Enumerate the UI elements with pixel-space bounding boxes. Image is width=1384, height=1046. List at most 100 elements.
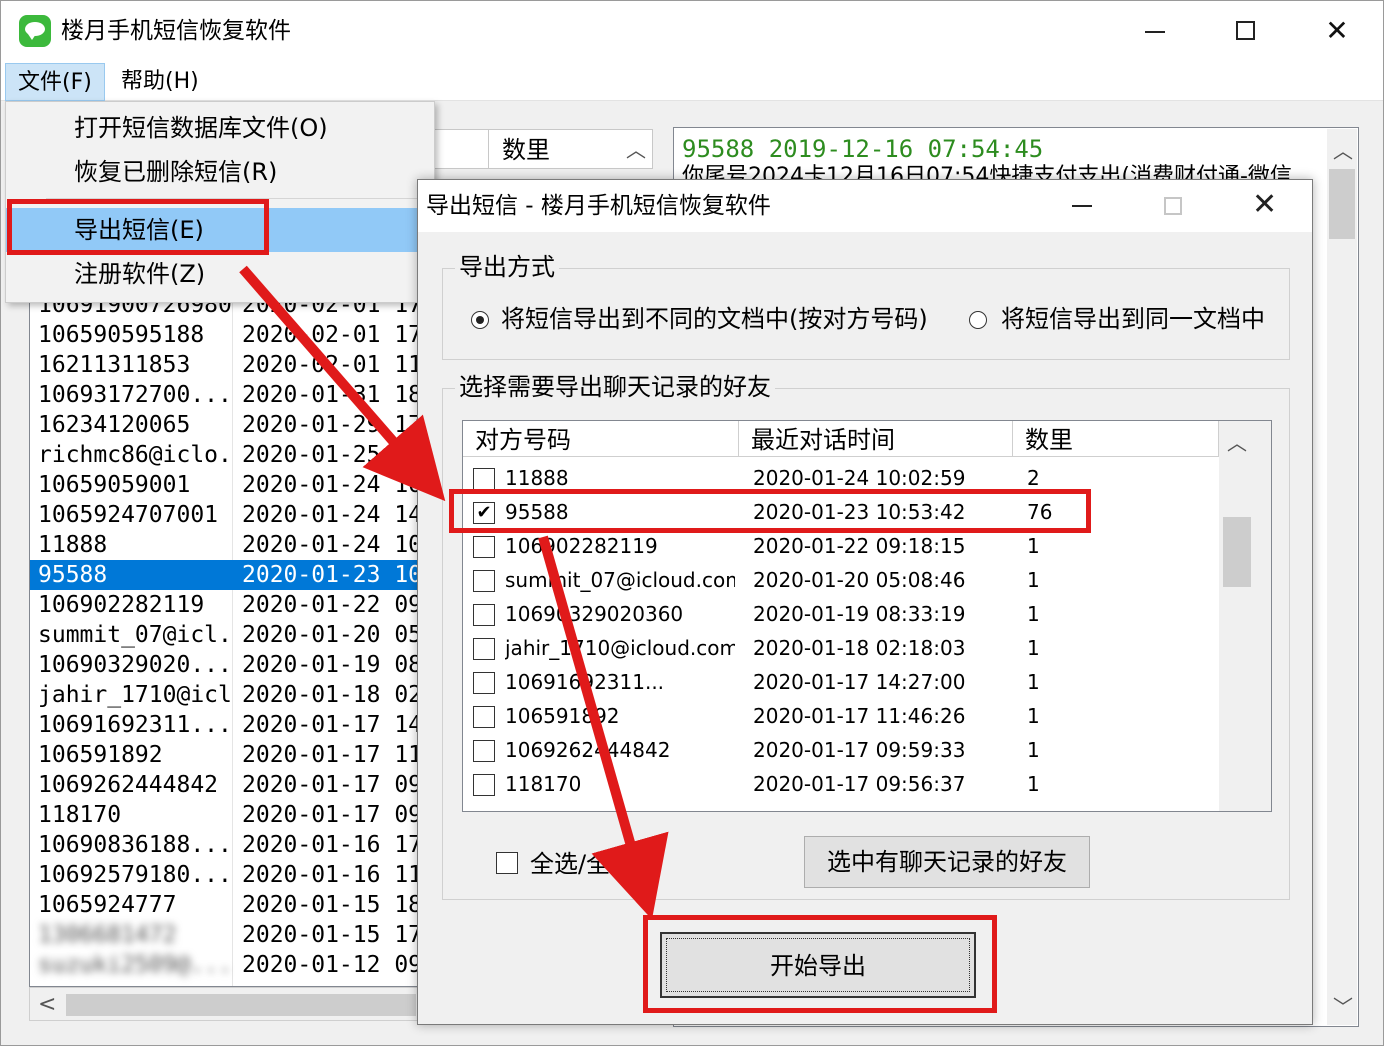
list-item[interactable]: 1065924707001 2020-01-24 14: (30, 500, 420, 530)
close-button[interactable]: ✕ (1307, 11, 1367, 51)
list-item[interactable]: 10690836188... 2020-01-16 17: (30, 830, 420, 860)
cell-number: summit_07@icloud.com (505, 568, 735, 592)
table-scrollbar[interactable]: ︿ (1219, 421, 1271, 811)
contact-time: 2020-01-25 16: (242, 442, 421, 468)
scrollbar-thumb[interactable] (1329, 169, 1355, 239)
list-item[interactable]: suzuki2509@... 2020-01-12 09: (30, 950, 420, 980)
list-item[interactable]: 16211311853 2020-02-01 11: (30, 350, 420, 380)
row-checkbox[interactable] (473, 536, 495, 558)
maximize-button[interactable] (1215, 11, 1275, 51)
radio-single-doc[interactable] (969, 311, 987, 329)
menu-file[interactable]: 文件(F) (5, 63, 105, 101)
table-row[interactable]: 10690329020360 2020-01-19 08:33:19 1 (463, 597, 1219, 631)
column-header-time[interactable]: 最近对话时间 (739, 421, 1013, 457)
cell-time: 2020-01-17 11:46:26 (753, 704, 966, 728)
table-row[interactable]: 1069262444842 2020-01-17 09:59:33 1 (463, 733, 1219, 767)
radio-separate-docs[interactable] (471, 311, 489, 329)
contact-time: 2020-01-12 09: (242, 952, 421, 978)
list-item[interactable]: 10693172700... 2020-01-31 18: (30, 380, 420, 410)
cell-time: 2020-01-22 09:18:15 (753, 534, 966, 558)
list-item[interactable]: 10692579180... 2020-01-16 11: (30, 860, 420, 890)
scrollbar-thumb[interactable] (66, 994, 416, 1016)
list-item[interactable]: 10659059001 2020-01-24 16: (30, 470, 420, 500)
list-item[interactable]: summit_07@icl... 2020-01-20 05: (30, 620, 420, 650)
cell-count: 1 (1027, 534, 1040, 558)
column-header-count[interactable]: 数里 (1013, 421, 1219, 457)
dialog-title: 导出短信 - 楼月手机短信恢复软件 (426, 193, 771, 219)
contact-list[interactable]: 10691900726980 2020-02-01 17: 106590595188… (29, 297, 421, 987)
menu-recover-deleted[interactable]: 恢复已删除短信(R) (6, 150, 434, 194)
row-checkbox[interactable] (473, 672, 495, 694)
message-scrollbar[interactable]: ︿ ﹀ (1327, 129, 1357, 1025)
scrollbar-thumb[interactable] (1223, 517, 1251, 587)
row-checkbox[interactable] (473, 638, 495, 660)
list-item[interactable]: 10690329020... 2020-01-19 08: (30, 650, 420, 680)
header-count-label[interactable]: 数里 (502, 134, 550, 166)
close-icon: ✕ (1325, 14, 1349, 47)
minimize-button[interactable] (1125, 11, 1185, 51)
window-title: 楼月手机短信恢复软件 (61, 18, 291, 44)
list-item[interactable]: 106590595188 2020-02-01 17: (30, 320, 420, 350)
scroll-left-icon[interactable]: < (38, 988, 56, 1022)
row-checkbox[interactable] (473, 570, 495, 592)
cell-number: 10691692311... (505, 670, 665, 694)
contact-number: 106591892 (38, 742, 163, 768)
list-item[interactable]: 1069262444842 2020-01-17 09: (30, 770, 420, 800)
list-item[interactable]: 11888 2020-01-24 10: (30, 530, 420, 560)
scroll-up-icon[interactable]: ︿ (1333, 135, 1353, 164)
select-friends-button[interactable]: 选中有聊天记录的好友 (804, 836, 1090, 888)
row-checkbox[interactable] (473, 468, 495, 490)
table-row[interactable]: 106591892 2020-01-17 11:46:26 1 (463, 699, 1219, 733)
export-method-label: 导出方式 (455, 251, 559, 283)
horizontal-scrollbar[interactable]: < (29, 987, 421, 1021)
dialog-close-button[interactable]: ✕ (1252, 184, 1277, 226)
cell-number: jahir_1710@icloud.com (505, 636, 735, 660)
scroll-down-icon[interactable]: ﹀ (1333, 991, 1353, 1020)
list-item[interactable]: 1306681472 2020-01-15 17: (30, 920, 420, 950)
contact-time: 2020-01-16 17: (242, 832, 421, 858)
row-checkbox[interactable] (473, 604, 495, 626)
menu-open-database[interactable]: 打开短信数据库文件(O) (6, 106, 434, 150)
cell-count: 1 (1027, 704, 1040, 728)
contact-time: 2020-02-01 17: (242, 322, 421, 348)
cell-time: 2020-01-20 05:08:46 (753, 568, 966, 592)
radio-separate-label[interactable]: 将短信导出到不同的文档中(按对方号码) (501, 303, 928, 335)
select-all-checkbox[interactable] (496, 852, 518, 874)
list-item[interactable]: jahir_1710@icl... 2020-01-18 02: (30, 680, 420, 710)
scroll-up-icon[interactable]: ︿ (626, 134, 646, 166)
contact-number: richmc86@iclo... (38, 442, 232, 468)
row-checkbox[interactable] (473, 740, 495, 762)
list-item[interactable]: 95588 2020-01-23 10: (30, 560, 420, 590)
table-row[interactable]: summit_07@icloud.com 2020-01-20 05:08:46 1 (463, 563, 1219, 597)
list-item[interactable]: richmc86@iclo... 2020-01-25 16: (30, 440, 420, 470)
contact-time: 2020-01-19 08: (242, 652, 421, 678)
row-checkbox[interactable] (473, 774, 495, 796)
dialog-minimize-icon[interactable] (1072, 205, 1092, 207)
table-row[interactable]: jahir_1710@icloud.com 2020-01-18 02:18:03… (463, 631, 1219, 665)
radio-single-label[interactable]: 将短信导出到同一文档中 (1001, 303, 1265, 335)
scroll-up-icon[interactable]: ︿ (1227, 427, 1247, 456)
menu-register[interactable]: 注册软件(Z) (6, 252, 434, 296)
list-item[interactable]: 106902282119 2020-01-22 09: (30, 590, 420, 620)
list-item[interactable]: 106591892 2020-01-17 11: (30, 740, 420, 770)
select-all-label[interactable]: 全选/全不选 (530, 848, 658, 880)
header-divider[interactable] (488, 130, 489, 168)
annotation-box-menu (7, 199, 269, 255)
row-checkbox[interactable] (473, 706, 495, 728)
friends-table[interactable]: 对方号码 最近对话时间 数里 ︿ 11888 2020-01-24 10:02:5… (462, 420, 1272, 812)
contact-time: 2020-01-17 09: (242, 802, 421, 828)
cell-time: 2020-01-17 14:27:00 (753, 670, 966, 694)
list-item[interactable]: 118170 2020-01-17 09: (30, 800, 420, 830)
list-item[interactable]: 10691692311... 2020-01-17 14: (30, 710, 420, 740)
menu-help[interactable]: 帮助(H) (109, 63, 211, 101)
list-item[interactable]: 16234120065 2020-01-29 17: (30, 410, 420, 440)
cell-count: 1 (1027, 738, 1040, 762)
table-row[interactable]: 10691692311... 2020-01-17 14:27:00 1 (463, 665, 1219, 699)
column-header-number[interactable]: 对方号码 (463, 421, 739, 457)
contact-number: jahir_1710@icl... (38, 682, 232, 708)
contact-time: 2020-01-15 17: (242, 922, 421, 948)
table-row[interactable]: 118170 2020-01-17 09:56:37 1 (463, 767, 1219, 801)
list-item[interactable]: 1065924777 2020-01-15 18: (30, 890, 420, 920)
table-row[interactable]: 106902282119 2020-01-22 09:18:15 1 (463, 529, 1219, 563)
message-header: 95588 2019-12-16 07:54:45 (682, 135, 1044, 163)
